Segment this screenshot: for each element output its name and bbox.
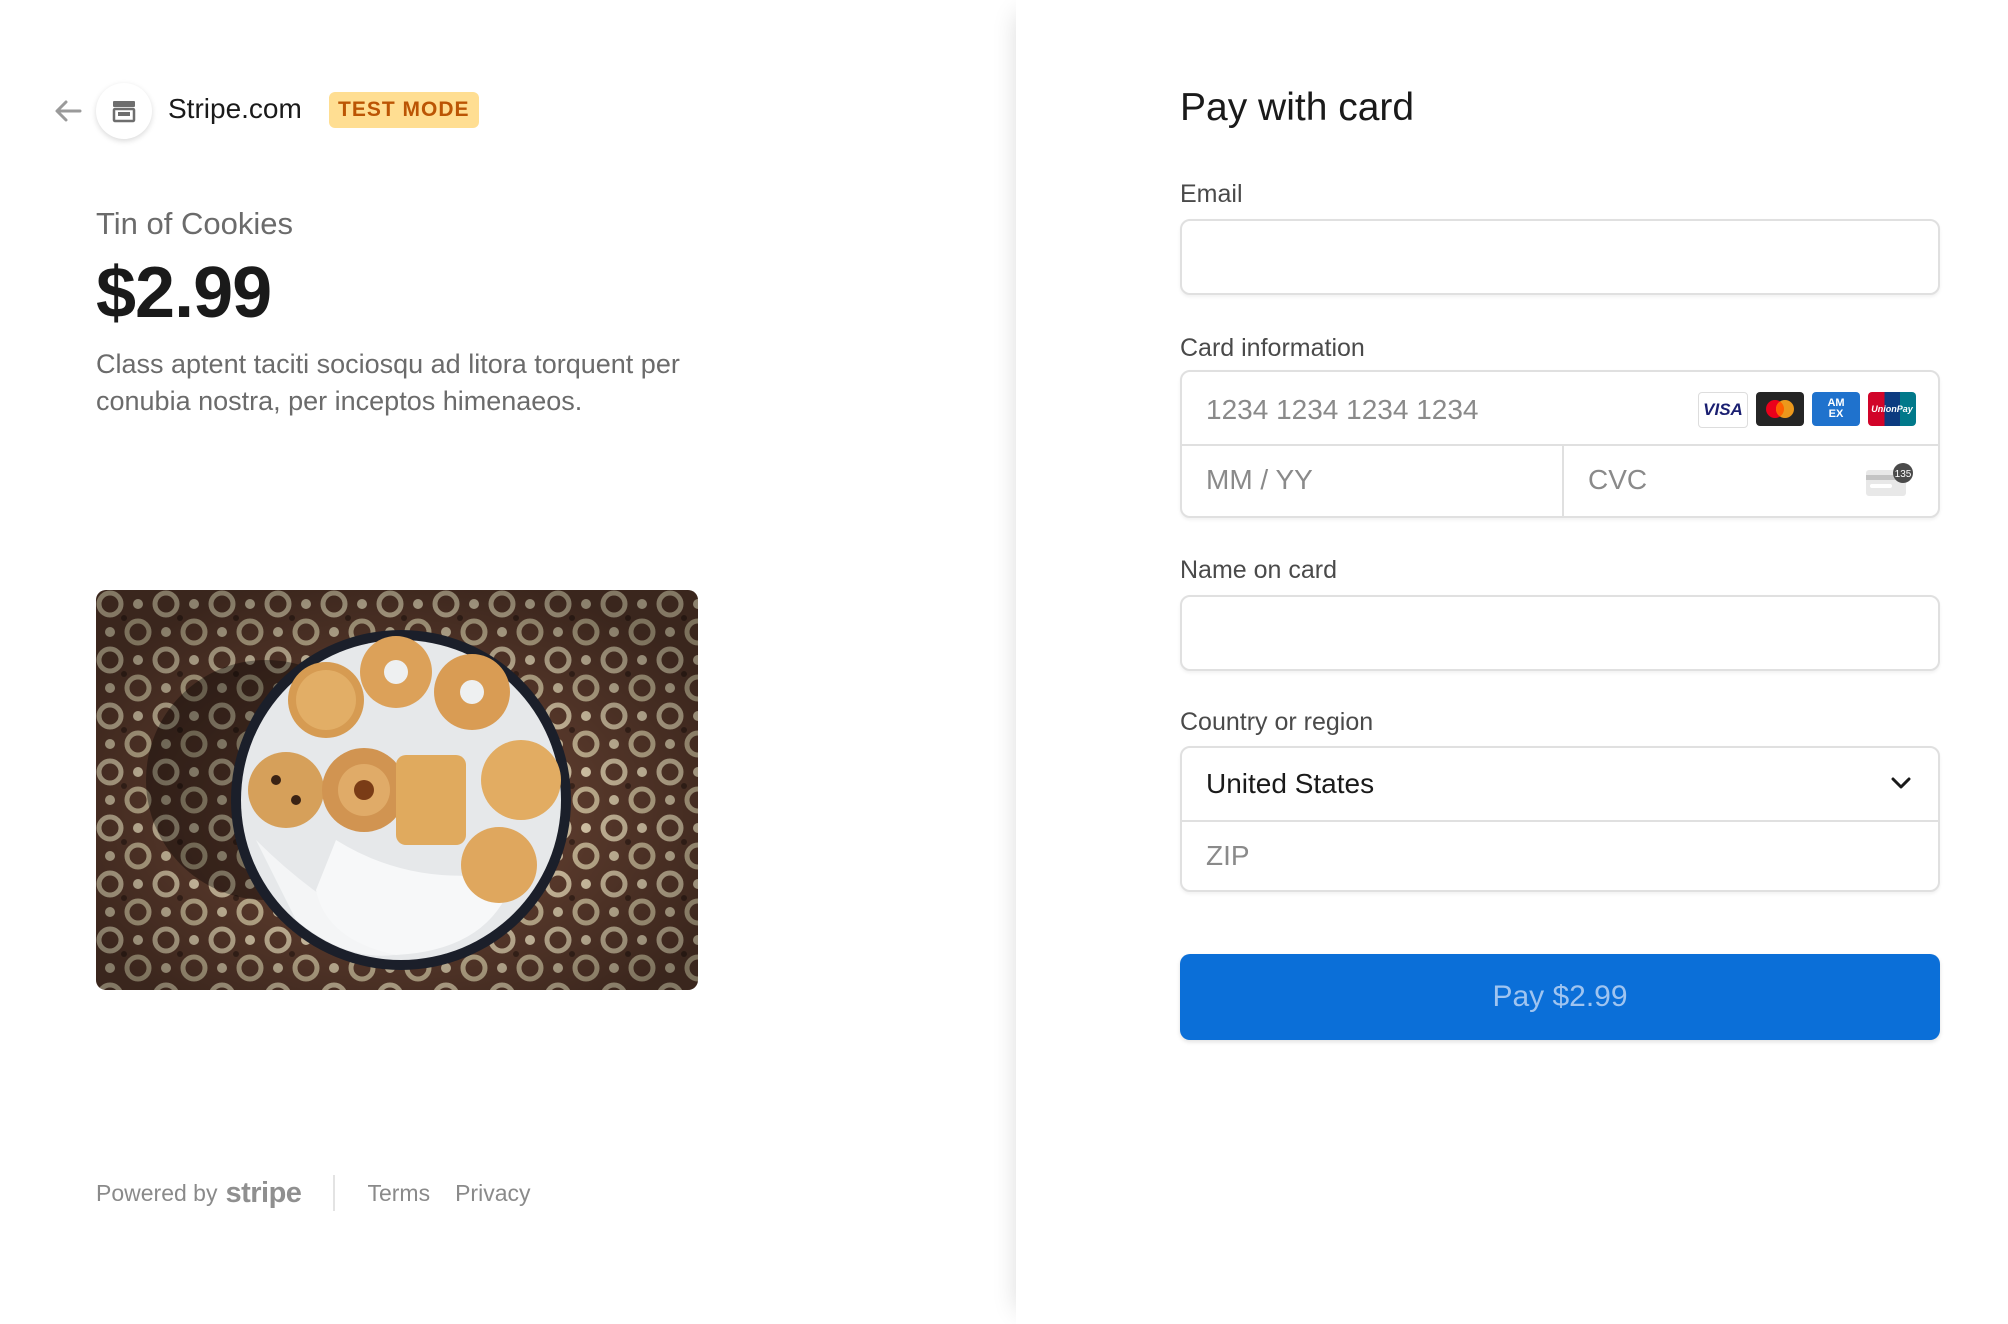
powered-by-label: Powered by — [96, 1179, 218, 1206]
country-group: United States ZIP — [1180, 746, 1940, 892]
cvc-placeholder: CVC — [1588, 464, 1648, 495]
product-price: $2.99 — [96, 253, 272, 333]
chevron-down-icon — [1891, 777, 1911, 789]
name-field-container — [1180, 595, 1940, 671]
powered-by-stripe[interactable]: Powered by stripe — [96, 1176, 302, 1210]
footer-divider — [333, 1175, 336, 1211]
back-button[interactable] — [50, 95, 86, 127]
name-on-card-field[interactable] — [1182, 597, 1938, 669]
amex-icon: AM EX — [1812, 392, 1860, 426]
country-value: United States — [1206, 768, 1375, 799]
unionpay-icon: UnionPay — [1868, 392, 1916, 426]
footer: Powered by stripe Terms Privacy — [96, 1175, 555, 1211]
email-field-container — [1180, 219, 1940, 295]
storefront-icon — [112, 101, 136, 123]
merchant-name: Stripe.com — [168, 93, 302, 124]
mastercard-icon — [1756, 392, 1804, 426]
test-mode-badge: TEST MODE — [329, 92, 479, 128]
expiry-input[interactable]: MM / YY — [1182, 444, 1564, 516]
zip-placeholder: ZIP — [1206, 840, 1250, 871]
product-name: Tin of Cookies — [96, 206, 293, 241]
card-number-placeholder: 1234 1234 1234 1234 — [1206, 394, 1479, 425]
card-cvc-icon: 135 — [1866, 463, 1913, 496]
name-on-card-label: Name on card — [1180, 556, 1338, 584]
card-information-group: 1234 1234 1234 1234 VISA AM EX UnionPay M… — [1180, 370, 1940, 518]
email-label: Email — [1180, 180, 1243, 208]
form-title: Pay with card — [1180, 86, 1415, 129]
cvc-input[interactable]: CVC 135 — [1564, 444, 1938, 516]
card-brand-icons: VISA AM EX UnionPay — [1698, 392, 1916, 428]
stripe-logo: stripe — [225, 1176, 302, 1209]
privacy-link[interactable]: Privacy — [455, 1180, 530, 1207]
zip-input[interactable]: ZIP — [1182, 820, 1938, 890]
terms-link[interactable]: Terms — [367, 1180, 430, 1207]
country-label: Country or region — [1180, 708, 1374, 736]
country-select[interactable]: United States — [1182, 748, 1938, 822]
arrow-left-icon — [55, 100, 82, 122]
expiry-placeholder: MM / YY — [1206, 464, 1313, 495]
pay-button[interactable]: Pay $2.99 — [1180, 954, 1940, 1040]
card-information-label: Card information — [1180, 334, 1365, 362]
card-number-input[interactable]: 1234 1234 1234 1234 VISA AM EX UnionPay — [1182, 372, 1938, 446]
product-image — [96, 590, 698, 990]
product-summary-panel: Stripe.com TEST MODE Tin of Cookies $2.9… — [0, 0, 1016, 1324]
merchant-logo — [96, 83, 152, 139]
cookie-tin-photo — [96, 590, 698, 990]
product-description: Class aptent taciti sociosqu ad litora t… — [96, 349, 680, 416]
email-field[interactable] — [1182, 221, 1938, 293]
svg-text:135: 135 — [1895, 469, 1912, 480]
visa-icon: VISA — [1698, 392, 1748, 428]
